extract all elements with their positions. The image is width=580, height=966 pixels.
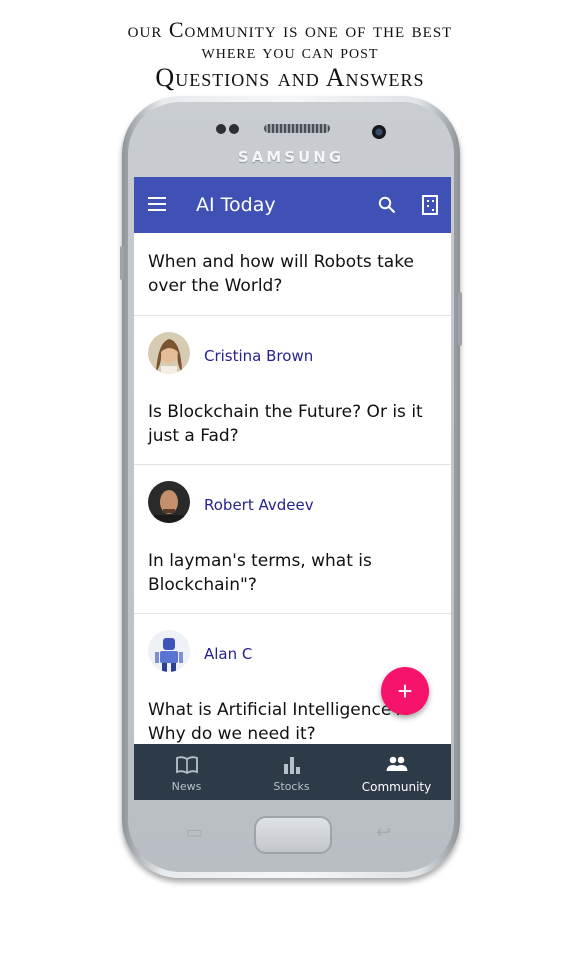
book-icon	[176, 756, 198, 775]
avatar[interactable]	[148, 630, 190, 672]
avatar[interactable]	[148, 481, 190, 523]
home-button[interactable]	[254, 816, 332, 854]
app-bar: AI Today	[134, 177, 451, 233]
promo-line-3: Questions and Answers	[155, 63, 425, 92]
list-item[interactable]: When and how will Robots take over the W…	[134, 233, 451, 316]
app-title: AI Today	[196, 194, 276, 216]
sensor-icon	[216, 124, 226, 134]
author-name[interactable]: Robert Avdeev	[204, 496, 314, 514]
search-icon[interactable]	[378, 196, 396, 214]
app-screen: AI Today When and how will Robots take o…	[134, 177, 451, 800]
front-camera-icon	[372, 125, 386, 139]
tab-stocks[interactable]: Stocks	[239, 744, 344, 800]
promo-line-2: where you can post	[201, 41, 379, 63]
author-name[interactable]: Alan C	[204, 645, 252, 663]
device-brand: SAMSUNG	[237, 148, 345, 166]
promo-line-1: our Community is one of the best	[127, 17, 453, 42]
question-text: Is Blockchain the Future? Or is it just …	[148, 402, 423, 446]
promo-header: our Community is one of the best where y…	[0, 18, 580, 94]
bar-chart-icon	[284, 757, 300, 774]
volume-button[interactable]	[120, 246, 124, 280]
hamburger-menu-icon[interactable]	[148, 197, 166, 211]
add-question-button[interactable]: +	[381, 667, 429, 715]
avatar[interactable]	[148, 332, 190, 374]
list-item[interactable]: Robert Avdeev In layman's terms, what is…	[134, 465, 451, 614]
tab-label: News	[171, 780, 202, 793]
power-button[interactable]	[458, 292, 462, 346]
list-item[interactable]: Cristina Brown Is Blockchain the Future?…	[134, 316, 451, 465]
qr-code-icon[interactable]	[422, 195, 438, 215]
bottom-navigation: News Stocks Community	[134, 744, 451, 800]
recent-apps-icon[interactable]: ▭	[186, 822, 203, 843]
tab-label: Stocks	[273, 780, 310, 793]
tab-community[interactable]: Community	[344, 744, 449, 800]
tab-label: Community	[361, 780, 432, 794]
speaker-grille	[264, 124, 330, 133]
people-icon	[386, 756, 408, 771]
sensor-icon	[229, 124, 239, 134]
author-name[interactable]: Cristina Brown	[204, 347, 313, 365]
tab-news[interactable]: News	[134, 744, 239, 800]
question-text: In layman's terms, what is Blockchain"?	[148, 551, 372, 595]
question-text: When and how will Robots take over the W…	[148, 252, 414, 296]
back-icon[interactable]: ↩	[376, 822, 391, 843]
